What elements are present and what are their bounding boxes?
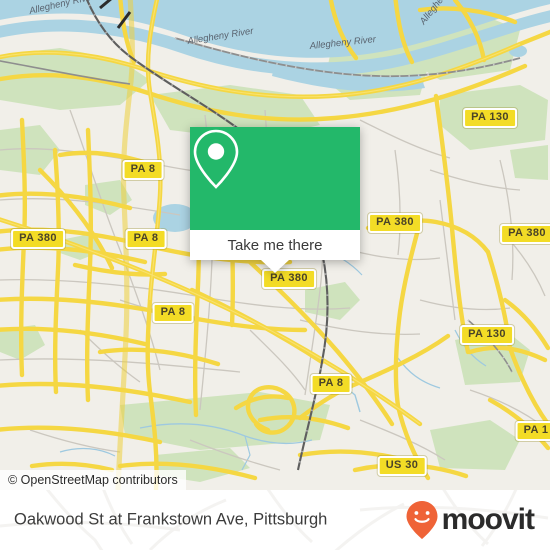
- footer-bar: Oakwood St at Frankstown Ave, Pittsburgh…: [0, 490, 550, 550]
- map-popup[interactable]: Take me there: [190, 127, 360, 273]
- road-shield: PA 8: [152, 303, 194, 323]
- road-shield: PA 380: [368, 213, 422, 233]
- road-shield: PA 130: [463, 108, 517, 128]
- road-shield: PA 130: [460, 325, 514, 345]
- take-me-there-label: Take me there: [227, 236, 323, 254]
- popup-header: [190, 127, 360, 230]
- road-shield: PA 8: [122, 160, 164, 180]
- road-shield: PA 380: [11, 229, 65, 249]
- osm-attribution[interactable]: © OpenStreetMap contributors: [0, 470, 186, 490]
- road-shield: US 30: [377, 456, 427, 476]
- road-shield: PA 8: [310, 374, 352, 394]
- road-shield: PA 1: [515, 421, 550, 441]
- road-shield: PA 380: [500, 224, 550, 244]
- map-canvas[interactable]: Allegheny River Allegheny River Alleghen…: [0, 0, 550, 490]
- moovit-smiley-pin-icon: [406, 501, 438, 539]
- stop-title: Oakwood St at Frankstown Ave, Pittsburgh: [14, 510, 328, 529]
- moovit-map-screenshot: Allegheny River Allegheny River Alleghen…: [0, 0, 550, 550]
- popup-tail: [261, 260, 289, 273]
- take-me-there-button[interactable]: Take me there: [190, 230, 360, 260]
- map-pin-icon: [193, 129, 239, 189]
- moovit-logo[interactable]: moovit: [405, 500, 535, 540]
- road-shield: PA 8: [125, 229, 167, 249]
- moovit-wordmark: moovit: [441, 503, 535, 536]
